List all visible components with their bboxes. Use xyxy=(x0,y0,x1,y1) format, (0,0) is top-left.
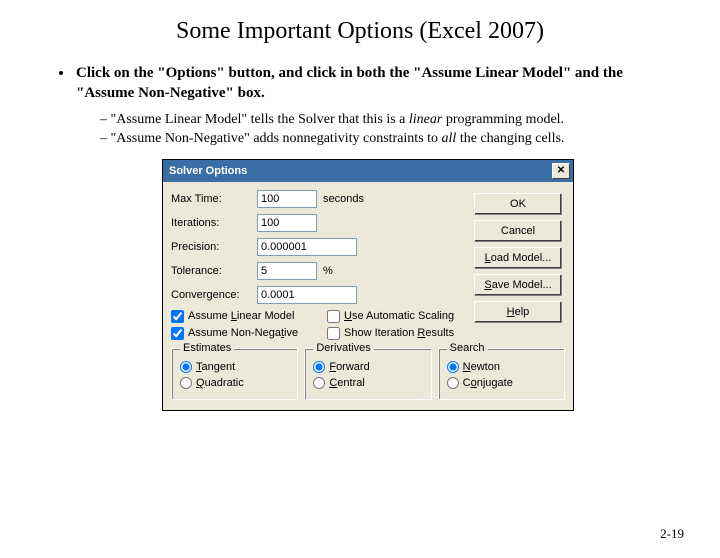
precision-input[interactable] xyxy=(257,238,357,256)
group-derivatives: Derivatives Forward Central xyxy=(304,348,431,400)
cb-show-iter-label: Show Iteration Results xyxy=(344,327,454,339)
sub-bullet-1: "Assume Linear Model" tells the Solver t… xyxy=(100,110,680,130)
close-icon: ✕ xyxy=(557,166,565,176)
content-area: Click on the "Options" button, and click… xyxy=(0,63,720,411)
iterations-input[interactable] xyxy=(257,214,317,232)
sub2-a: "Assume Non-Negative" adds nonnegativity… xyxy=(111,131,442,146)
convergence-input[interactable] xyxy=(257,286,357,304)
label-iterations: Iterations: xyxy=(171,217,257,229)
bullet-main: Click on the "Options" button, and click… xyxy=(74,63,680,149)
suffix-seconds: seconds xyxy=(323,193,364,205)
radio-tangent-input[interactable] xyxy=(180,361,192,373)
sub2-b: the changing cells. xyxy=(456,131,564,146)
ok-button[interactable]: OK xyxy=(474,193,562,215)
radio-conjugate[interactable]: Conjugate xyxy=(447,377,556,389)
sub1-a: "Assume Linear Model" tells the Solver t… xyxy=(111,112,409,127)
cb-assume-nonneg-label: Assume Non-Negative xyxy=(188,327,298,339)
sub-bullet-2: "Assume Non-Negative" adds nonnegativity… xyxy=(100,129,680,149)
label-precision: Precision: xyxy=(171,241,257,253)
radio-quadratic-input[interactable] xyxy=(180,377,192,389)
cb-assume-linear[interactable]: Assume Linear Model xyxy=(171,310,327,323)
sub1-em: linear xyxy=(409,112,442,127)
max-time-input[interactable] xyxy=(257,190,317,208)
cb-show-iter[interactable]: Show Iteration Results xyxy=(327,327,483,340)
legend-search: Search xyxy=(447,342,488,354)
cb-auto-scaling[interactable]: Use Automatic Scaling xyxy=(327,310,483,323)
cb-auto-scaling-box[interactable] xyxy=(327,310,340,323)
radio-newton[interactable]: Newton xyxy=(447,361,556,373)
radio-central[interactable]: Central xyxy=(313,377,422,389)
radio-tangent[interactable]: Tangent xyxy=(180,361,289,373)
legend-estimates: Estimates xyxy=(180,342,234,354)
cb-assume-nonneg-box[interactable] xyxy=(171,327,184,340)
cancel-button[interactable]: Cancel xyxy=(474,220,562,242)
bullet-main-text: Click on the "Options" button, and click… xyxy=(76,65,623,101)
load-model-button[interactable]: LLoad Model...oad Model... xyxy=(474,247,562,269)
cb-auto-scaling-label: Use Automatic Scaling xyxy=(344,310,454,322)
group-search: Search Newton Conjugate xyxy=(438,348,565,400)
close-button[interactable]: ✕ xyxy=(552,163,570,179)
tolerance-input[interactable] xyxy=(257,262,317,280)
label-tolerance: Tolerance: xyxy=(171,265,257,277)
sub1-b: programming model. xyxy=(442,112,564,127)
radio-forward-input[interactable] xyxy=(313,361,325,373)
cb-assume-nonneg[interactable]: Assume Non-Negative xyxy=(171,327,327,340)
radio-newton-input[interactable] xyxy=(447,361,459,373)
radio-central-input[interactable] xyxy=(313,377,325,389)
solver-options-dialog: Solver Options ✕ Max Time: seconds Itera… xyxy=(162,159,574,411)
label-max-time: Max Time: xyxy=(171,193,257,205)
cb-assume-linear-label: Assume Linear Model xyxy=(188,310,294,322)
save-model-button[interactable]: Save Model... xyxy=(474,274,562,296)
sub2-em: all xyxy=(442,131,457,146)
slide-title: Some Important Options (Excel 2007) xyxy=(0,18,720,45)
radio-quadratic[interactable]: Quadratic xyxy=(180,377,289,389)
legend-derivatives: Derivatives xyxy=(313,342,373,354)
label-convergence: Convergence: xyxy=(171,289,257,301)
help-button[interactable]: Help xyxy=(474,301,562,323)
radio-conjugate-input[interactable] xyxy=(447,377,459,389)
dialog-titlebar[interactable]: Solver Options ✕ xyxy=(163,160,573,182)
cb-show-iter-box[interactable] xyxy=(327,327,340,340)
radio-forward[interactable]: Forward xyxy=(313,361,422,373)
group-estimates: Estimates Tangent Quadratic xyxy=(171,348,298,400)
cb-assume-linear-box[interactable] xyxy=(171,310,184,323)
suffix-percent: % xyxy=(323,265,333,277)
dialog-title: Solver Options xyxy=(169,165,247,177)
